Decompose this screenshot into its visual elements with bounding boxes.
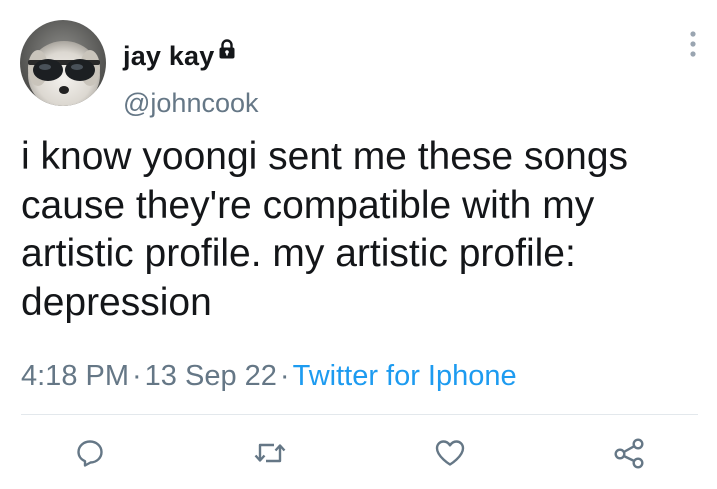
like-button[interactable] bbox=[433, 436, 467, 470]
tweet-source-link[interactable]: Twitter for Iphone bbox=[293, 360, 517, 392]
lock-icon bbox=[218, 35, 236, 66]
share-icon bbox=[613, 437, 645, 469]
tweet-text: i know yoongi sent me these songs cause … bbox=[21, 135, 629, 324]
divider bbox=[21, 414, 698, 415]
author-name[interactable]: jay kay bbox=[123, 35, 236, 72]
meta-separator: · bbox=[132, 360, 142, 392]
display-name-text: jay kay bbox=[123, 41, 215, 71]
author-handle[interactable]: @johncook bbox=[123, 88, 259, 119]
reply-button[interactable] bbox=[73, 436, 107, 470]
retweet-button[interactable] bbox=[253, 436, 287, 470]
avatar-image bbox=[20, 20, 106, 106]
tweet-meta: 4:18 PM · 13 Sep 22 · Twitter for Iphone bbox=[21, 360, 517, 393]
like-icon bbox=[434, 438, 466, 468]
retweet-icon bbox=[253, 438, 287, 468]
more-options-icon[interactable] bbox=[688, 30, 698, 58]
reply-icon bbox=[75, 438, 105, 468]
share-button[interactable] bbox=[612, 436, 646, 470]
meta-separator: · bbox=[279, 360, 290, 392]
avatar[interactable] bbox=[20, 20, 106, 106]
tweet-time[interactable]: 4:18 PM bbox=[21, 360, 129, 392]
tweet-date[interactable]: 13 Sep 22 bbox=[145, 360, 277, 392]
tweet-card: jay kay @johncook i know yoongi sent me … bbox=[0, 0, 717, 489]
